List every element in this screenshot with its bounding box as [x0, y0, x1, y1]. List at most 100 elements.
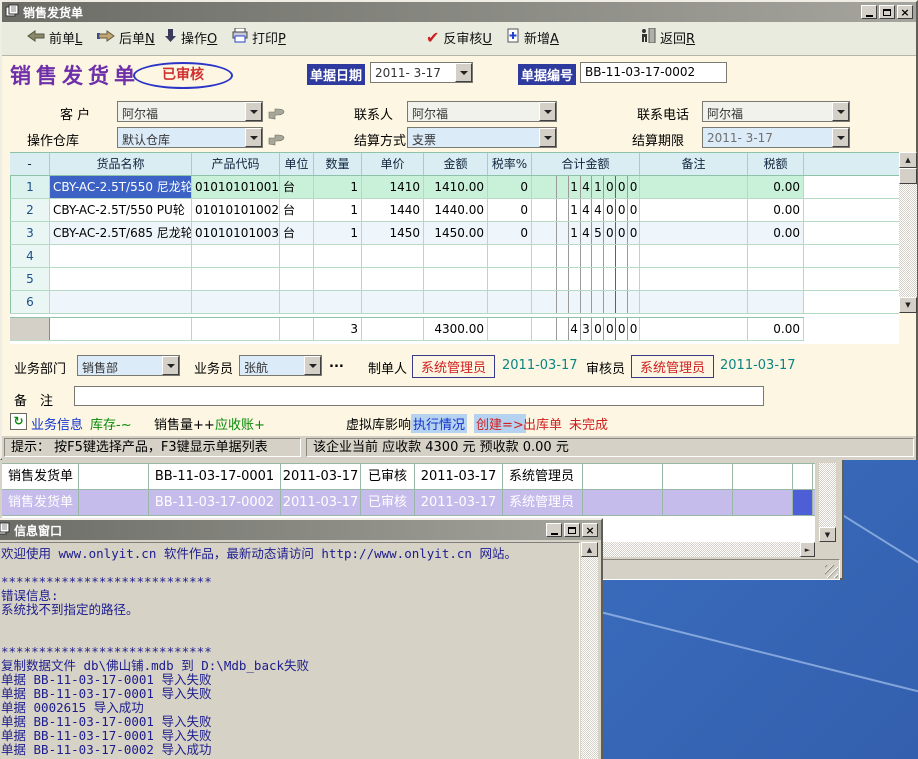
- stock-link[interactable]: 库存-~: [90, 414, 132, 433]
- list-vertical-scrollbar[interactable]: ▼: [819, 463, 836, 542]
- dropdown-button[interactable]: [162, 356, 179, 375]
- list-cell[interactable]: [79, 464, 149, 489]
- info-vertical-scrollbar[interactable]: ▲: [581, 542, 598, 759]
- list-cell[interactable]: 已审核: [361, 464, 415, 489]
- cell-tax_rate[interactable]: [488, 268, 532, 290]
- table-row[interactable]: 1CBY-AC-2.5T/550 尼龙轮01010101001台11410141…: [10, 176, 899, 199]
- cell-tax_rate[interactable]: 0: [488, 176, 532, 198]
- list-cell[interactable]: [733, 490, 793, 515]
- list-row[interactable]: 销售发货单BB-11-03-17-00022011-03-17已审核2011-0…: [2, 490, 815, 516]
- list-cell[interactable]: [793, 464, 813, 489]
- scroll-track[interactable]: [899, 168, 917, 297]
- dropdown-button[interactable]: [455, 63, 472, 82]
- payment-combobox[interactable]: 支票: [407, 127, 557, 148]
- list-cell[interactable]: [583, 490, 663, 515]
- biz-info-link[interactable]: 业务信息: [31, 414, 83, 433]
- table-row[interactable]: 4: [10, 245, 899, 268]
- close-button[interactable]: ×: [582, 523, 598, 537]
- info-titlebar[interactable]: 信息窗口 ×: [0, 520, 601, 540]
- column-header[interactable]: 单价: [362, 153, 424, 175]
- list-cell[interactable]: 2011-03-17: [415, 464, 503, 489]
- cell-amount[interactable]: [424, 245, 488, 267]
- cell-total-amount[interactable]: 141000: [532, 176, 640, 198]
- cell-tax[interactable]: 0.00: [748, 199, 804, 221]
- cell-qty[interactable]: [314, 291, 362, 313]
- cell-code[interactable]: 01010101001: [192, 176, 280, 198]
- refresh-icon[interactable]: ↻: [10, 413, 27, 430]
- doc-date-combobox[interactable]: 2011- 3-17: [370, 62, 473, 83]
- list-cell[interactable]: 销售发货单: [2, 490, 79, 515]
- cell-code[interactable]: [192, 291, 280, 313]
- dropdown-button[interactable]: [245, 102, 262, 121]
- list-cell[interactable]: 2011-03-17: [281, 490, 361, 515]
- cell-total-amount[interactable]: 144000: [532, 199, 640, 221]
- pointing-hand-icon[interactable]: [268, 105, 285, 124]
- toolbar-button-O[interactable]: 操作O: [164, 28, 217, 47]
- cell-tax_rate[interactable]: [488, 245, 532, 267]
- cell-total-amount[interactable]: 145000: [532, 222, 640, 244]
- cell-qty[interactable]: 1: [314, 222, 362, 244]
- list-cell[interactable]: [583, 464, 663, 489]
- list-cell[interactable]: [663, 490, 733, 515]
- cell-code[interactable]: 01010101003: [192, 222, 280, 244]
- cell-name[interactable]: [50, 245, 192, 267]
- cell-qty[interactable]: [314, 268, 362, 290]
- table-row[interactable]: 2CBY-AC-2.5T/550 PU轮01010101002台11440144…: [10, 199, 899, 222]
- cell-price[interactable]: 1410: [362, 176, 424, 198]
- maximize-button[interactable]: [879, 5, 895, 19]
- toolbar-button-N[interactable]: 后单N: [97, 28, 155, 47]
- due-date-combobox[interactable]: 2011- 3-17: [702, 127, 850, 148]
- cell-unit[interactable]: [280, 291, 314, 313]
- cell-no[interactable]: 4: [10, 245, 50, 267]
- cell-total-amount[interactable]: [532, 291, 640, 313]
- cell-note[interactable]: [640, 268, 748, 290]
- dropdown-button[interactable]: [832, 102, 849, 121]
- pointing-hand-icon[interactable]: [268, 131, 285, 150]
- list-cell[interactable]: [733, 464, 793, 489]
- doc-no-input[interactable]: BB-11-03-17-0002: [580, 62, 727, 83]
- scroll-up-button[interactable]: ▲: [581, 542, 598, 557]
- column-header[interactable]: 税额: [748, 153, 804, 175]
- toolbar-button-U[interactable]: ✔反审核U: [426, 28, 492, 47]
- sales-qty-link[interactable]: 销售量++: [154, 414, 215, 433]
- column-header[interactable]: 合计金额: [532, 153, 640, 175]
- more-button[interactable]: ...: [329, 356, 344, 371]
- cell-tax[interactable]: [748, 268, 804, 290]
- cell-price[interactable]: [362, 268, 424, 290]
- cell-name[interactable]: CBY-AC-2.5T/550 尼龙轮: [50, 176, 192, 198]
- cell-tax[interactable]: 0.00: [748, 222, 804, 244]
- cell-qty[interactable]: 1: [314, 176, 362, 198]
- resize-grip[interactable]: [825, 565, 838, 578]
- dropdown-button[interactable]: [245, 128, 262, 147]
- main-titlebar[interactable]: 销售发货单 ×: [2, 2, 916, 22]
- cell-no[interactable]: 5: [10, 268, 50, 290]
- list-cell[interactable]: [79, 490, 149, 515]
- column-header[interactable]: 产品代码: [192, 153, 280, 175]
- minimize-button[interactable]: [861, 5, 877, 19]
- column-header[interactable]: 单位: [280, 153, 314, 175]
- cell-amount[interactable]: [424, 268, 488, 290]
- cell-code[interactable]: [192, 268, 280, 290]
- cell-no[interactable]: 3: [10, 222, 50, 244]
- column-header[interactable]: 数量: [314, 153, 362, 175]
- toolbar-button-L[interactable]: 前单L: [27, 28, 82, 47]
- toolbar-button-R[interactable]: 返回R: [640, 28, 695, 47]
- toolbar-button-P[interactable]: 打印P: [232, 28, 286, 47]
- list-cell[interactable]: 销售发货单: [2, 464, 79, 489]
- list-cell[interactable]: 已审核: [361, 490, 415, 515]
- cell-amount[interactable]: [424, 291, 488, 313]
- cell-tax_rate[interactable]: 0: [488, 222, 532, 244]
- cell-tax_rate[interactable]: 0: [488, 199, 532, 221]
- scroll-down-button[interactable]: ▼: [899, 297, 917, 313]
- list-cell[interactable]: 2011-03-17: [281, 464, 361, 489]
- exec-status-link[interactable]: 执行情况: [411, 414, 467, 433]
- table-vertical-scrollbar[interactable]: ▲ ▼: [899, 152, 917, 313]
- cell-name[interactable]: [50, 268, 192, 290]
- salesman-combobox[interactable]: 张航: [239, 355, 322, 376]
- list-cell[interactable]: 系统管理员: [503, 464, 583, 489]
- cell-note[interactable]: [640, 245, 748, 267]
- dropdown-button[interactable]: [539, 102, 556, 121]
- cell-amount[interactable]: 1450.00: [424, 222, 488, 244]
- list-cell[interactable]: 系统管理员: [503, 490, 583, 515]
- create-link[interactable]: 创建=>: [474, 414, 526, 433]
